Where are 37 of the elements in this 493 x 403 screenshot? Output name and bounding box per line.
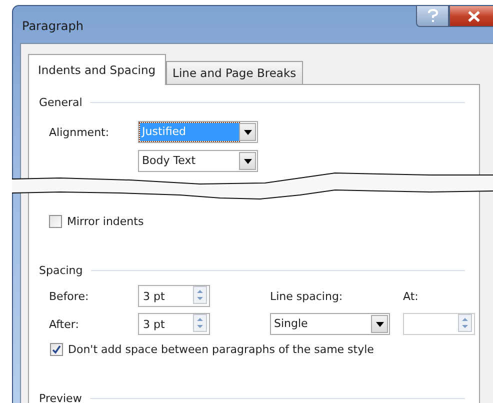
spin-arrows-icon: [193, 286, 207, 304]
field-label: Before:: [49, 290, 90, 302]
before-spinbox[interactable]: 3 pt: [138, 285, 210, 307]
dropdown-value: Single: [273, 316, 309, 332]
field-label: Line spacing:: [270, 290, 344, 302]
tab[interactable]: Line and Page Breaks: [166, 61, 304, 84]
after-spinbox[interactable]: 3 pt: [138, 313, 210, 335]
checkbox-label: Don't add space between paragraphs of the same style: [68, 342, 374, 356]
spin-arrows-icon: [458, 314, 472, 332]
field-label: After:: [49, 318, 80, 330]
spinbox-value: 3 pt: [142, 318, 166, 330]
field-label: At:: [403, 290, 420, 302]
dont-add-space-checkbox[interactable]: Don't add space between paragraphs of the same style: [39, 339, 465, 359]
checkbox[interactable]: [49, 214, 62, 228]
field-label: Alignment:: [49, 126, 110, 138]
checkbox[interactable]: [50, 342, 63, 356]
dropdown-value: Body Text: [141, 153, 197, 169]
spinbox-value: 3 pt: [142, 290, 166, 302]
tab[interactable]: Indents and Spacing: [28, 54, 166, 85]
line-spacing-dropdown[interactable]: Single: [270, 313, 390, 335]
dropdown-arrow-icon: [244, 158, 252, 164]
checkbox-label: Mirror indents: [67, 214, 144, 228]
dropdown-arrow-icon: [376, 322, 384, 326]
group-heading: Spacing: [39, 264, 83, 276]
help-icon: [426, 9, 438, 23]
spin-arrows-icon: [193, 314, 207, 332]
help-button[interactable]: [416, 6, 449, 27]
dropdown-arrow-icon: [244, 130, 252, 134]
close-icon: [466, 10, 480, 22]
mirror-indents-checkbox[interactable]: Mirror indents: [49, 214, 144, 228]
group-heading: Preview: [39, 392, 82, 403]
window-title: Paragraph: [22, 19, 84, 33]
dropdown-value: Justified: [140, 123, 239, 141]
outline-level-dropdown[interactable]: Body Text: [138, 150, 258, 172]
group-heading: General: [39, 96, 82, 108]
check-icon: [52, 344, 61, 354]
close-button[interactable]: [449, 6, 493, 27]
